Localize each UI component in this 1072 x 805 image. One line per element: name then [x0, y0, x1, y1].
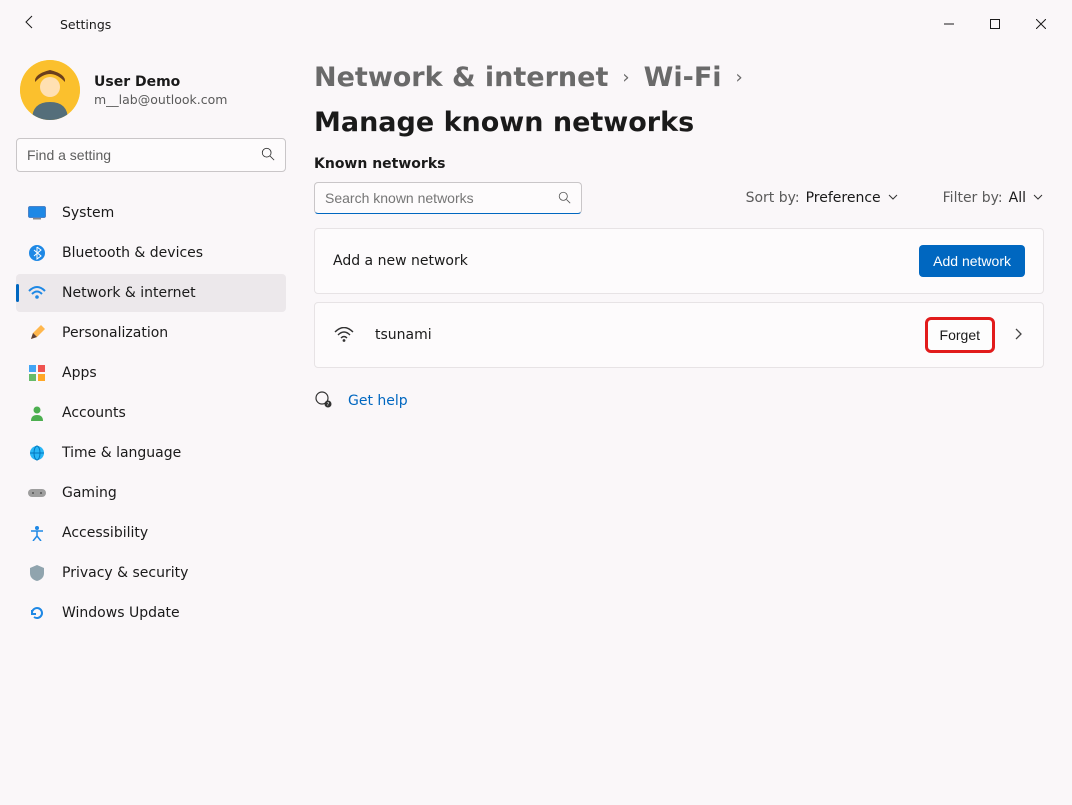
sidebar-item-accessibility[interactable]: Accessibility [16, 514, 286, 552]
sidebar-item-label: Gaming [62, 485, 117, 501]
add-network-card: Add a new network Add network [314, 228, 1044, 294]
settings-search-input[interactable] [27, 147, 261, 163]
system-icon [28, 204, 46, 222]
chevron-down-icon [1032, 191, 1044, 206]
network-ssid: tsunami [375, 327, 432, 343]
search-icon [261, 146, 275, 165]
sidebar-item-personalization[interactable]: Personalization [16, 314, 286, 352]
sidebar-item-privacy[interactable]: Privacy & security [16, 554, 286, 592]
known-networks-search[interactable] [314, 182, 582, 214]
gaming-icon [28, 484, 46, 502]
sidebar-item-accounts[interactable]: Accounts [16, 394, 286, 432]
windows-update-icon [28, 604, 46, 622]
profile-email: m__lab@outlook.com [94, 92, 227, 107]
get-help-link[interactable]: Get help [348, 393, 408, 409]
sidebar-item-label: Privacy & security [62, 565, 188, 581]
titlebar: Settings [0, 0, 1072, 48]
sidebar-item-label: Bluetooth & devices [62, 245, 203, 261]
sidebar-item-label: Personalization [62, 325, 168, 341]
personalization-icon [28, 324, 46, 342]
close-button[interactable] [1018, 8, 1064, 40]
profile-block[interactable]: User Demo m__lab@outlook.com [16, 58, 286, 138]
avatar [20, 60, 80, 120]
settings-search[interactable] [16, 138, 286, 172]
breadcrumb-link-network[interactable]: Network & internet [314, 62, 608, 93]
chevron-right-icon[interactable] [1011, 326, 1025, 345]
forget-button[interactable]: Forget [927, 319, 993, 351]
network-icon [28, 284, 46, 302]
sort-by-value: Preference [806, 190, 881, 206]
sidebar-item-system[interactable]: System [16, 194, 286, 232]
sidebar-item-label: Accessibility [62, 525, 148, 541]
known-networks-label: Known networks [314, 156, 1044, 172]
bluetooth-icon [28, 244, 46, 262]
filter-by-label: Filter by: [943, 190, 1003, 206]
sidebar-item-gaming[interactable]: Gaming [16, 474, 286, 512]
sidebar-item-windows-update[interactable]: Windows Update [16, 594, 286, 632]
filter-by-value: All [1009, 190, 1026, 206]
accessibility-icon [28, 524, 46, 542]
network-row[interactable]: tsunami Forget [314, 302, 1044, 368]
sort-by-label: Sort by: [746, 190, 800, 206]
sidebar-item-label: Time & language [62, 445, 181, 461]
nav-list: System Bluetooth & devices Network & int… [16, 194, 286, 632]
sidebar-item-label: Windows Update [62, 605, 180, 621]
breadcrumb-current: Manage known networks [314, 107, 694, 138]
sidebar-item-bluetooth[interactable]: Bluetooth & devices [16, 234, 286, 272]
sidebar-item-time-language[interactable]: Time & language [16, 434, 286, 472]
privacy-icon [28, 564, 46, 582]
chevron-right-icon: › [622, 67, 629, 88]
profile-name: User Demo [94, 74, 227, 90]
sidebar-item-label: Network & internet [62, 285, 196, 301]
window-controls [926, 8, 1064, 40]
known-networks-toolbar: Sort by: Preference Filter by: All [314, 182, 1044, 214]
add-network-button[interactable]: Add network [919, 245, 1025, 277]
sidebar-item-apps[interactable]: Apps [16, 354, 286, 392]
minimize-button[interactable] [926, 8, 972, 40]
time-language-icon [28, 444, 46, 462]
chevron-down-icon [887, 191, 899, 206]
chevron-right-icon: › [736, 67, 743, 88]
main-content: Network & internet › Wi-Fi › Manage know… [300, 48, 1072, 805]
sidebar-item-label: Accounts [62, 405, 126, 421]
accounts-icon [28, 404, 46, 422]
sidebar: User Demo m__lab@outlook.com System Bl [0, 48, 300, 805]
sort-by-dropdown[interactable]: Sort by: Preference [746, 190, 899, 206]
sidebar-item-label: System [62, 205, 114, 221]
breadcrumb-link-wifi[interactable]: Wi-Fi [644, 62, 722, 93]
search-icon [558, 189, 571, 208]
svg-text:?: ? [327, 402, 330, 408]
sidebar-item-label: Apps [62, 365, 97, 381]
apps-icon [28, 364, 46, 382]
get-help-row[interactable]: ? Get help [314, 390, 1044, 412]
sidebar-item-network[interactable]: Network & internet [16, 274, 286, 312]
breadcrumb: Network & internet › Wi-Fi › Manage know… [314, 62, 1044, 138]
back-button[interactable] [18, 14, 42, 34]
add-network-title: Add a new network [333, 253, 468, 269]
known-networks-search-input[interactable] [325, 190, 558, 206]
wifi-icon [333, 327, 355, 343]
help-icon: ? [314, 390, 332, 412]
window-title: Settings [60, 17, 111, 32]
filter-by-dropdown[interactable]: Filter by: All [943, 190, 1044, 206]
maximize-button[interactable] [972, 8, 1018, 40]
